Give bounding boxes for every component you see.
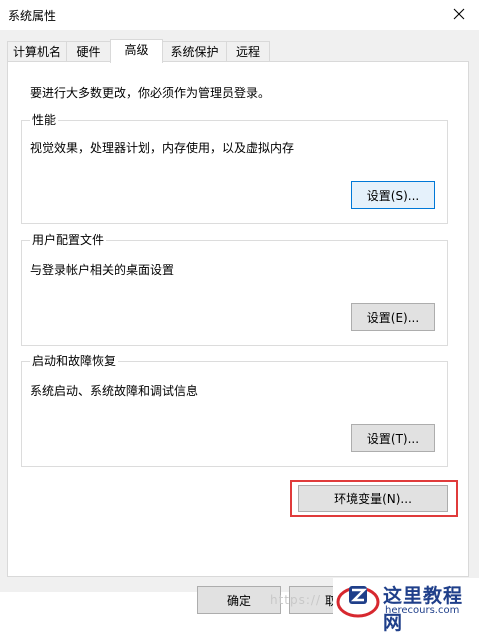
performance-group: 性能 视觉效果，处理器计划，内存使用，以及虚拟内存 设置(S)...: [21, 113, 448, 224]
ok-button[interactable]: 确定: [197, 586, 281, 614]
startup-recovery-settings-button[interactable]: 设置(T)...: [351, 424, 435, 452]
environment-variables-button[interactable]: 环境变量(N)...: [298, 485, 448, 512]
close-button[interactable]: [445, 2, 473, 26]
logo-subtitle: herecours.com: [385, 605, 460, 616]
tab-computer-name[interactable]: 计算机名: [7, 41, 67, 61]
user-profiles-description: 与登录帐户相关的桌面设置: [30, 263, 175, 277]
tab-remote[interactable]: 远程: [226, 41, 270, 61]
performance-description: 视觉效果，处理器计划，内存使用，以及虚拟内存: [30, 141, 295, 155]
site-logo: 这里教程网 herecours.com: [333, 578, 479, 634]
logo-mark-icon: [336, 586, 380, 618]
window-title: 系统属性: [8, 9, 57, 23]
watermark-url: https://: [270, 593, 322, 607]
tab-advanced[interactable]: 高级: [110, 39, 163, 63]
startup-recovery-group-title: 启动和故障恢复: [30, 354, 119, 368]
performance-settings-button[interactable]: 设置(S)...: [351, 181, 435, 209]
admin-note: 要进行大多数更改，你必须作为管理员登录。: [30, 86, 271, 100]
close-icon: [453, 8, 465, 20]
tab-hardware[interactable]: 硬件: [66, 41, 111, 61]
performance-group-title: 性能: [30, 113, 59, 127]
user-profiles-settings-button[interactable]: 设置(E)...: [351, 303, 435, 331]
dialog-body: 计算机名 硬件 高级 系统保护 远程 要进行大多数更改，你必须作为管理员登录。 …: [0, 30, 479, 634]
user-profiles-group: 用户配置文件 与登录帐户相关的桌面设置 设置(E)...: [21, 233, 448, 346]
startup-recovery-group: 启动和故障恢复 系统启动、系统故障和调试信息 设置(T)...: [21, 354, 448, 467]
user-profiles-group-title: 用户配置文件: [30, 233, 107, 247]
advanced-panel: 要进行大多数更改，你必须作为管理员登录。 性能 视觉效果，处理器计划，内存使用，…: [7, 61, 469, 577]
title-bar: 系统属性: [0, 0, 479, 30]
startup-recovery-description: 系统启动、系统故障和调试信息: [30, 384, 199, 398]
tab-system-protection[interactable]: 系统保护: [162, 41, 227, 61]
